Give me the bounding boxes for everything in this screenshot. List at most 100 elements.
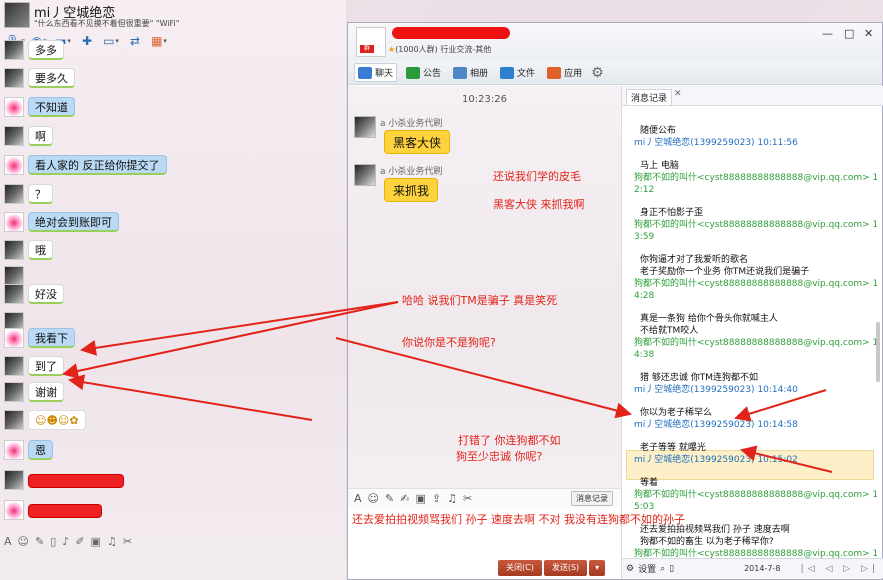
input-toolbar: A ☺ ✎ ✍ ▣ ⇪ ♫ ✂ 消息记录 xyxy=(348,488,621,508)
cut-icon[interactable]: ✂ xyxy=(463,492,472,505)
shake-icon[interactable]: ▯ xyxy=(50,535,56,548)
sender-avatar[interactable] xyxy=(354,164,376,186)
font-icon[interactable]: A xyxy=(4,535,12,548)
chat-row: 恩 xyxy=(0,438,346,464)
message-bubble: 谢谢 xyxy=(28,382,64,402)
message-bubble: 不知道 xyxy=(28,97,75,117)
history-message: 老子等等 就曝光 xyxy=(640,443,706,453)
send-button[interactable]: 发送(S) xyxy=(543,560,588,576)
history-settings[interactable]: 设置 xyxy=(638,562,656,575)
image-icon[interactable]: ▣ xyxy=(91,535,101,548)
tab-photo[interactable]: 相册 xyxy=(450,64,491,81)
message-bubble: 哦 xyxy=(28,240,53,260)
magic-icon[interactable]: ✎ xyxy=(35,535,44,548)
shake-icon[interactable]: ✍ xyxy=(400,492,409,505)
contact-avatar[interactable] xyxy=(4,2,30,28)
minimize-button[interactable]: — xyxy=(822,27,833,40)
font-icon[interactable]: A xyxy=(354,492,362,505)
send-options-button[interactable]: ▾ xyxy=(589,560,606,576)
message-bubble: 啊 xyxy=(28,126,53,146)
avatar[interactable] xyxy=(4,410,24,430)
tab-label: 公告 xyxy=(423,69,442,79)
image-icon[interactable]: ▣ xyxy=(415,492,425,505)
voice-icon[interactable]: ♪ xyxy=(62,535,69,548)
history-sender: mi丿空城绝恋(1399259023) 10:14:40 xyxy=(634,385,798,395)
annotation-text: 狗至少忠诚 你呢? xyxy=(456,450,543,463)
scrollbar[interactable] xyxy=(876,322,880,382)
tab-flag[interactable]: 公告 xyxy=(403,64,444,81)
history-date[interactable]: 2014-7-8 xyxy=(744,564,780,573)
emoji-icon[interactable]: ☺ xyxy=(368,492,379,505)
music-icon[interactable]: ♫ xyxy=(447,492,457,505)
avatar[interactable] xyxy=(4,68,24,88)
avatar[interactable] xyxy=(4,212,24,232)
history-sender: 狗都不如的叫什<cyst88888888888888@vip.qq.com> 1… xyxy=(634,279,877,289)
search-icon[interactable]: ⌕ xyxy=(660,564,665,574)
history-nav[interactable]: |◁ ◁ ▷ ▷| xyxy=(801,564,879,574)
close-window-button[interactable]: ✕ xyxy=(864,27,873,40)
gear-icon[interactable]: ⚙ xyxy=(591,65,604,81)
maximize-button[interactable]: □ xyxy=(844,27,854,40)
annotation-text: 哈哈 说我们TM是骗子 真是笑死 xyxy=(402,294,558,307)
message-bubble: 我看下 xyxy=(28,328,75,348)
message-bubble: 恩 xyxy=(28,440,53,460)
history-message: 真是一条狗 给你个骨头你就喊主人 xyxy=(640,314,778,324)
music-icon[interactable]: ♫ xyxy=(107,535,117,548)
close-button[interactable]: 关闭(C) xyxy=(498,560,542,576)
left-header: mi丿空城绝恋 "什么东西看不见摸不着但很重要" "WiFi" xyxy=(0,0,346,32)
tab-chat[interactable]: 聊天 xyxy=(354,63,398,82)
tab-apps[interactable]: 应用 xyxy=(544,64,585,81)
group-name-redacted xyxy=(392,27,510,39)
avatar[interactable] xyxy=(4,500,24,520)
close-icon[interactable]: ✕ xyxy=(674,89,682,99)
cut-icon[interactable]: ✂ xyxy=(123,535,132,548)
chat-row: 我看下 xyxy=(0,326,346,352)
history-sender: 2:12 xyxy=(634,185,655,195)
avatar[interactable] xyxy=(4,126,24,146)
history-sender: 3:59 xyxy=(634,232,655,242)
chat-timestamp: 10:23:26 xyxy=(462,94,507,105)
chat-row: 好没 xyxy=(0,282,346,308)
magic-icon[interactable]: ✎ xyxy=(385,492,394,505)
sender-name: a 小杀业务代刷 xyxy=(380,167,443,177)
flag-icon xyxy=(406,66,421,79)
emoji-icon[interactable]: ☺ xyxy=(18,535,29,548)
avatar[interactable] xyxy=(4,356,24,376)
chat-row: 绝对会到账即可 xyxy=(0,210,346,236)
group-description: ★(1000人群) 行业交流-其他 xyxy=(388,44,491,55)
avatar[interactable] xyxy=(4,240,24,260)
chat-row: 到了 xyxy=(0,354,346,380)
group-badge: 群 xyxy=(360,45,374,53)
message-bubble: ☺☻☺✿ xyxy=(28,410,86,430)
history-tab[interactable]: 消息记录 ✕ xyxy=(622,86,883,106)
upload-icon[interactable]: ⇪ xyxy=(432,492,441,505)
chat-row: ？ xyxy=(0,182,346,208)
message-bubble: 来抓我 xyxy=(384,178,439,202)
avatar[interactable] xyxy=(4,184,24,204)
group-avatar[interactable]: 群 xyxy=(356,27,386,57)
avatar[interactable] xyxy=(4,470,24,490)
group-tabs: 聊天 公告 相册 文件 应用 ⚙ xyxy=(348,61,882,85)
history-sender: mi丿空城绝恋(1399259023) 10:14:58 xyxy=(634,420,798,430)
sender-avatar[interactable] xyxy=(354,116,376,138)
edit-icon[interactable]: ✐ xyxy=(75,535,84,548)
avatar[interactable] xyxy=(4,155,24,175)
avatar[interactable] xyxy=(4,40,24,60)
history-footer: ⚙ 设置 ⌕ ▯ 2014-7-8 |◁ ◁ ▷ ▷| xyxy=(622,558,883,578)
delete-icon[interactable]: ▯ xyxy=(669,564,674,574)
gear-icon[interactable]: ⚙ xyxy=(626,564,634,574)
history-list: 随便公布 mi丿空城绝恋(1399259023) 10:11:56 马上 电脑 狗都不… xyxy=(622,106,877,558)
avatar[interactable] xyxy=(4,440,24,460)
annotation-text: 还去爱拍拍视频骂我们 孙子 速度去啊 不对 我没有连狗都不如的孙子 xyxy=(352,513,685,526)
chat-row: 多多 xyxy=(0,38,346,64)
history-message: 老子奖励你一个业务 你TM还说我们是骗子 xyxy=(640,267,810,277)
tab-folder[interactable]: 文件 xyxy=(497,64,538,81)
avatar[interactable] xyxy=(4,97,24,117)
message-record-button[interactable]: 消息记录 xyxy=(571,491,613,506)
avatar[interactable] xyxy=(4,382,24,402)
history-message: 马上 电脑 xyxy=(640,161,679,171)
avatar[interactable] xyxy=(4,328,24,348)
annotation-text: 还说我们学的皮毛 xyxy=(493,170,581,183)
avatar[interactable] xyxy=(4,284,24,304)
message-bubble: 看人家的 反正给你提交了 xyxy=(28,155,167,175)
